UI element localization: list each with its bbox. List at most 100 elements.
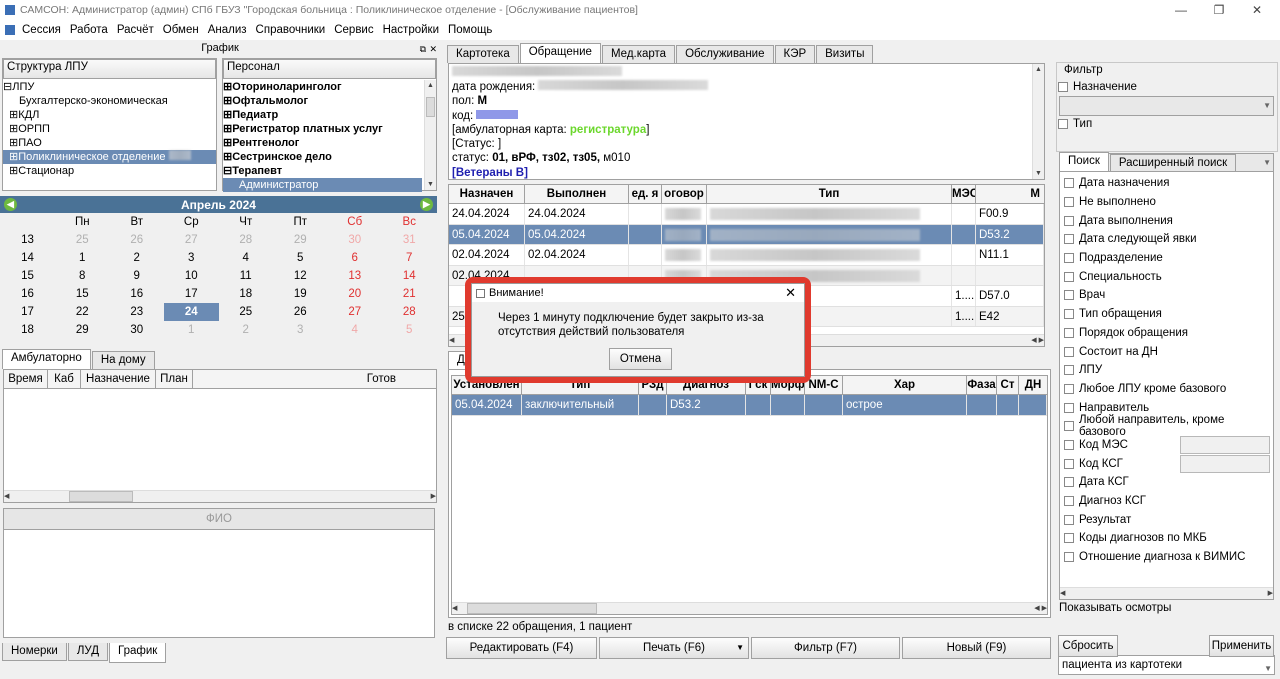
calendar-day[interactable]: 28 bbox=[219, 231, 274, 249]
col-done[interactable]: Выполнен bbox=[525, 185, 629, 203]
calendar-day[interactable]: 13 bbox=[328, 267, 383, 285]
checkbox-icon[interactable] bbox=[1064, 215, 1074, 226]
schedule-hscroll[interactable]: ◀ ▶ bbox=[4, 490, 436, 502]
tree-item-accounting[interactable]: Бухгалтерско-экономическая bbox=[3, 94, 216, 108]
calendar-day[interactable]: 22 bbox=[55, 303, 110, 321]
col-assigned[interactable]: Назначен bbox=[449, 185, 525, 203]
tab-outpatient[interactable]: Амбулаторно bbox=[2, 349, 91, 369]
criteria-checkbox[interactable]: Дата назначения bbox=[1060, 174, 1273, 193]
tree-item-kdl[interactable]: ⊞КДЛ bbox=[3, 108, 216, 122]
personnel-item[interactable]: ⊞Педиатр bbox=[223, 108, 422, 122]
calendar-day[interactable]: 25 bbox=[219, 303, 274, 321]
calendar-day[interactable]: 30 bbox=[328, 231, 383, 249]
checkbox-icon[interactable] bbox=[1064, 402, 1074, 413]
criteria-checkbox[interactable]: Диагноз КСГ bbox=[1060, 492, 1273, 511]
tab-search[interactable]: Поиск bbox=[1059, 152, 1109, 171]
checkbox-icon[interactable] bbox=[1058, 119, 1068, 130]
calendar-day[interactable]: 3 bbox=[164, 249, 219, 267]
calendar-day[interactable]: 5 bbox=[273, 249, 328, 267]
calendar-day[interactable]: 21 bbox=[382, 285, 437, 303]
panel-close-icon[interactable]: ✕ bbox=[429, 41, 437, 57]
tab-cardfile[interactable]: Картотека bbox=[447, 45, 519, 63]
tab-medcard[interactable]: Мед.карта bbox=[601, 45, 676, 63]
patient-scrollbar[interactable]: ▲ ▼ bbox=[1032, 64, 1044, 179]
checkbox-icon[interactable] bbox=[1064, 178, 1074, 189]
new-button[interactable]: Новый (F9) bbox=[902, 637, 1051, 659]
menu-help[interactable]: Помощь bbox=[443, 24, 496, 36]
calendar-day[interactable]: 15 bbox=[55, 285, 110, 303]
app-menu-icon[interactable] bbox=[5, 25, 15, 35]
scroll-down-icon[interactable]: ▼ bbox=[425, 179, 436, 190]
scroll-right-icon[interactable]: ▶ bbox=[1268, 588, 1273, 599]
personnel-item[interactable]: ⊞Рентгенолог bbox=[223, 136, 422, 150]
calendar-day[interactable]: 28 bbox=[382, 303, 437, 321]
checkbox-icon[interactable] bbox=[1064, 346, 1074, 357]
menu-references[interactable]: Справочники bbox=[251, 24, 330, 36]
criteria-checkbox[interactable]: Любое ЛПУ кроме базового bbox=[1060, 380, 1273, 399]
print-button[interactable]: Печать (F6) ▼ bbox=[599, 637, 749, 659]
tree-item-orpp[interactable]: ⊞ОРПП bbox=[3, 122, 216, 136]
tab-advanced-search[interactable]: Расширенный поиск bbox=[1109, 154, 1237, 171]
calendar-day[interactable]: 17 bbox=[164, 285, 219, 303]
menu-service[interactable]: Сервис bbox=[329, 24, 377, 36]
checkbox-icon[interactable] bbox=[1064, 253, 1074, 264]
tab-visit[interactable]: Обращение bbox=[519, 43, 601, 63]
mes-code-input[interactable] bbox=[1180, 436, 1270, 454]
checkbox-icon[interactable] bbox=[1064, 458, 1074, 469]
tab-schedule[interactable]: График bbox=[108, 643, 167, 663]
criteria-checkbox[interactable]: Результат bbox=[1060, 510, 1273, 529]
checkbox-icon[interactable] bbox=[1064, 496, 1074, 507]
calendar-day[interactable]: 30 bbox=[110, 321, 165, 339]
checkbox-icon[interactable] bbox=[1064, 365, 1074, 376]
tree-item-polyclinic[interactable]: ⊞Поликлиническое отделение bbox=[3, 150, 216, 164]
criteria-checkbox[interactable]: Врач bbox=[1060, 286, 1273, 305]
col-contract[interactable]: оговор bbox=[662, 185, 707, 203]
tree-item-pao[interactable]: ⊞ПАО bbox=[3, 136, 216, 150]
col-type[interactable]: Тип bbox=[707, 185, 952, 203]
menu-exchange[interactable]: Обмен bbox=[158, 24, 203, 36]
calendar-day[interactable]: 26 bbox=[110, 231, 165, 249]
calendar-day[interactable]: 25 bbox=[55, 231, 110, 249]
close-icon[interactable]: ✕ bbox=[1240, 0, 1274, 20]
scroll-down-icon[interactable]: ▼ bbox=[1033, 168, 1044, 179]
prev-month-icon[interactable]: ◀ bbox=[4, 198, 17, 211]
col-char[interactable]: Хар bbox=[843, 376, 967, 394]
col-time[interactable]: Время bbox=[4, 370, 48, 388]
calendar-day[interactable]: 2 bbox=[219, 321, 274, 339]
col-plan[interactable]: План bbox=[156, 370, 193, 388]
criteria-checkbox[interactable]: Состоит на ДН bbox=[1060, 342, 1273, 361]
criteria-checkbox[interactable]: Дата КСГ bbox=[1060, 473, 1273, 492]
personnel-item[interactable]: ⊟Терапевт bbox=[223, 164, 422, 178]
tab-ker[interactable]: КЭР bbox=[774, 45, 816, 63]
col-dn[interactable]: ДН bbox=[1019, 376, 1047, 394]
calendar-day[interactable]: 1 bbox=[164, 321, 219, 339]
tab-home[interactable]: На дому bbox=[91, 351, 155, 369]
visit-row[interactable]: 05.04.2024 05.04.2024 D53.2 bbox=[449, 224, 1044, 245]
checkbox-icon[interactable] bbox=[1064, 439, 1074, 450]
cancel-button[interactable]: Отмена bbox=[609, 348, 672, 370]
tree-item-hospital[interactable]: ⊞Стационар bbox=[3, 164, 216, 178]
personnel-item[interactable]: ⊞Офтальмолог bbox=[223, 94, 422, 108]
assign-select[interactable]: ▼ bbox=[1059, 96, 1274, 116]
col-room[interactable]: Каб bbox=[48, 370, 81, 388]
col-mkb[interactable]: М bbox=[976, 185, 1044, 203]
checkbox-icon[interactable] bbox=[1064, 197, 1074, 208]
scroll-thumb[interactable] bbox=[69, 491, 134, 502]
criteria-checkbox[interactable]: Дата следующей явки bbox=[1060, 230, 1273, 249]
calendar-day[interactable]: 3 bbox=[273, 321, 328, 339]
tab-lud[interactable]: ЛУД bbox=[67, 643, 108, 661]
criteria-checkbox[interactable]: Специальность bbox=[1060, 267, 1273, 286]
calendar-day[interactable]: 27 bbox=[328, 303, 383, 321]
checkbox-icon[interactable] bbox=[1064, 327, 1074, 338]
menu-analysis[interactable]: Анализ bbox=[203, 24, 251, 36]
personnel-item[interactable]: ⊞Регистратор платных услуг bbox=[223, 122, 422, 136]
col-nmc[interactable]: NM-C bbox=[805, 376, 843, 394]
criteria-checkbox[interactable]: ЛПУ bbox=[1060, 361, 1273, 380]
scroll-right-icon[interactable]: ▶ bbox=[431, 491, 436, 502]
col-stage[interactable]: Ст bbox=[997, 376, 1019, 394]
reset-button[interactable]: Сбросить bbox=[1058, 635, 1118, 657]
calendar-day[interactable]: 10 bbox=[164, 267, 219, 285]
personnel-item-admin[interactable]: Администратор bbox=[223, 178, 422, 192]
scroll-up-icon[interactable]: ▲ bbox=[425, 80, 436, 91]
calendar-day[interactable]: 31 bbox=[382, 231, 437, 249]
